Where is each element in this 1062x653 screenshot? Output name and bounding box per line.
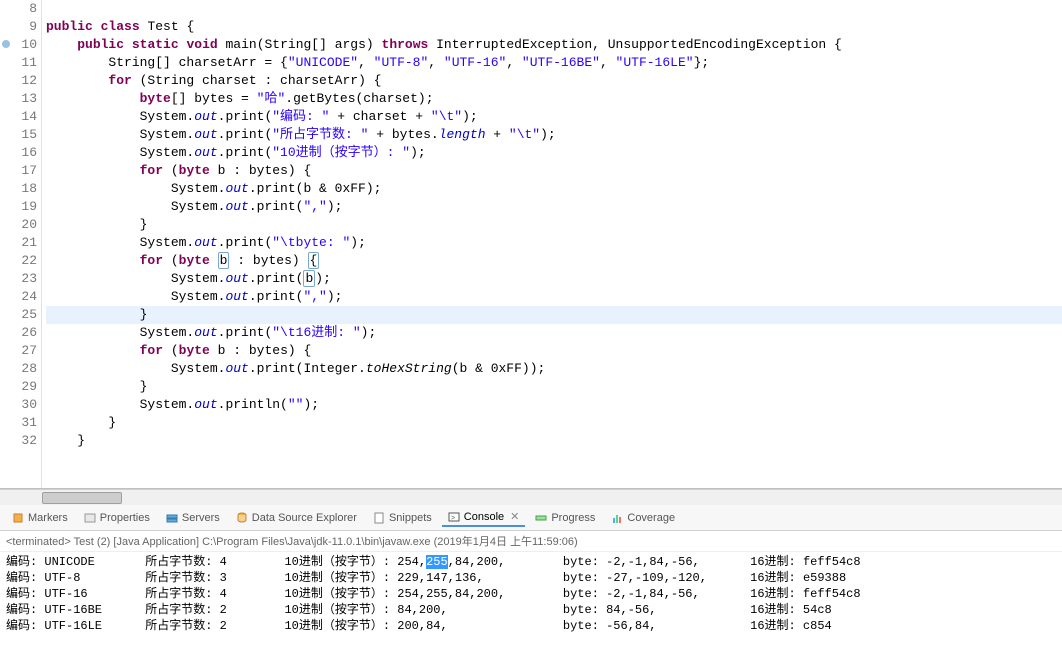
- code-line[interactable]: [46, 0, 1062, 18]
- terminated-header: <terminated> Test (2) [Java Application]…: [0, 531, 1062, 552]
- code-line[interactable]: System.out.print(b);: [46, 270, 1062, 288]
- code-line[interactable]: System.out.print(b & 0xFF);: [46, 180, 1062, 198]
- close-icon[interactable]: ✕: [510, 510, 519, 523]
- bottom-panel: Markers Properties Servers Data Source E…: [0, 505, 1062, 653]
- code-line[interactable]: }: [46, 216, 1062, 234]
- console-output[interactable]: 编码: UNICODE 所占字节数: 4 10进制（按字节）: 254,255,…: [0, 552, 1062, 653]
- code-line[interactable]: System.out.print(Integer.toHexString(b &…: [46, 360, 1062, 378]
- code-line[interactable]: System.out.print(",");: [46, 198, 1062, 216]
- code-line[interactable]: }: [46, 378, 1062, 396]
- tab-snippets[interactable]: Snippets: [367, 510, 438, 526]
- tab-label: Data Source Explorer: [252, 512, 357, 524]
- console-line: 编码: UNICODE 所占字节数: 4 10进制（按字节）: 254,255,…: [6, 554, 1056, 570]
- console-line: 编码: UTF-8 所占字节数: 3 10进制（按字节）: 229,147,13…: [6, 570, 1056, 586]
- markers-icon: [12, 512, 24, 524]
- database-icon: [236, 512, 248, 524]
- code-line[interactable]: String[] charsetArr = {"UNICODE", "UTF-8…: [46, 54, 1062, 72]
- tab-data-source-explorer[interactable]: Data Source Explorer: [230, 510, 363, 526]
- code-line[interactable]: for (byte b : bytes) {: [46, 342, 1062, 360]
- code-line[interactable]: System.out.println("");: [46, 396, 1062, 414]
- tab-label: Console: [464, 511, 504, 523]
- tab-properties[interactable]: Properties: [78, 510, 156, 526]
- tab-coverage[interactable]: Coverage: [605, 510, 681, 526]
- tab-progress[interactable]: Progress: [529, 510, 601, 526]
- progress-icon: [535, 512, 547, 524]
- tab-markers[interactable]: Markers: [6, 510, 74, 526]
- console-line: 编码: UTF-16LE 所占字节数: 2 10进制（按字节）: 200,84,…: [6, 618, 1056, 634]
- svg-text:>_: >_: [451, 515, 459, 522]
- code-editor[interactable]: 8910111213141516171819202122232425262728…: [0, 0, 1062, 489]
- servers-icon: [166, 512, 178, 524]
- code-line[interactable]: System.out.print("\t16进制: ");: [46, 324, 1062, 342]
- code-line[interactable]: }: [46, 432, 1062, 450]
- code-line[interactable]: byte[] bytes = "哈".getBytes(charset);: [46, 90, 1062, 108]
- tab-label: Properties: [100, 512, 150, 524]
- code-line[interactable]: }: [46, 306, 1062, 324]
- code-line[interactable]: for (byte b : bytes) {: [46, 252, 1062, 270]
- code-area[interactable]: public class Test { public static void m…: [42, 0, 1062, 488]
- tab-console[interactable]: >_ Console ✕: [442, 508, 526, 527]
- horizontal-scrollbar[interactable]: [0, 489, 1062, 505]
- code-line[interactable]: for (String charset : charsetArr) {: [46, 72, 1062, 90]
- code-line[interactable]: System.out.print("编码: " + charset + "\t"…: [46, 108, 1062, 126]
- code-line[interactable]: public static void main(String[] args) t…: [46, 36, 1062, 54]
- properties-icon: [84, 512, 96, 524]
- code-line[interactable]: System.out.print(",");: [46, 288, 1062, 306]
- tab-label: Markers: [28, 512, 68, 524]
- line-gutter: 8910111213141516171819202122232425262728…: [0, 0, 42, 488]
- tab-label: Progress: [551, 512, 595, 524]
- console-icon: >_: [448, 511, 460, 523]
- console-line: 编码: UTF-16BE 所占字节数: 2 10进制（按字节）: 84,200,…: [6, 602, 1056, 618]
- code-line[interactable]: System.out.print("所占字节数: " + bytes.lengt…: [46, 126, 1062, 144]
- code-line[interactable]: System.out.print("10进制（按字节）: ");: [46, 144, 1062, 162]
- view-tabs: Markers Properties Servers Data Source E…: [0, 505, 1062, 531]
- code-line[interactable]: for (byte b : bytes) {: [46, 162, 1062, 180]
- code-line[interactable]: public class Test {: [46, 18, 1062, 36]
- code-line[interactable]: }: [46, 414, 1062, 432]
- tab-servers[interactable]: Servers: [160, 510, 226, 526]
- console-line: 编码: UTF-16 所占字节数: 4 10进制（按字节）: 254,255,8…: [6, 586, 1056, 602]
- tab-label: Servers: [182, 512, 220, 524]
- scrollbar-thumb[interactable]: [42, 492, 122, 504]
- coverage-icon: [611, 512, 623, 524]
- tab-label: Snippets: [389, 512, 432, 524]
- snippets-icon: [373, 512, 385, 524]
- code-line[interactable]: System.out.print("\tbyte: ");: [46, 234, 1062, 252]
- tab-label: Coverage: [627, 512, 675, 524]
